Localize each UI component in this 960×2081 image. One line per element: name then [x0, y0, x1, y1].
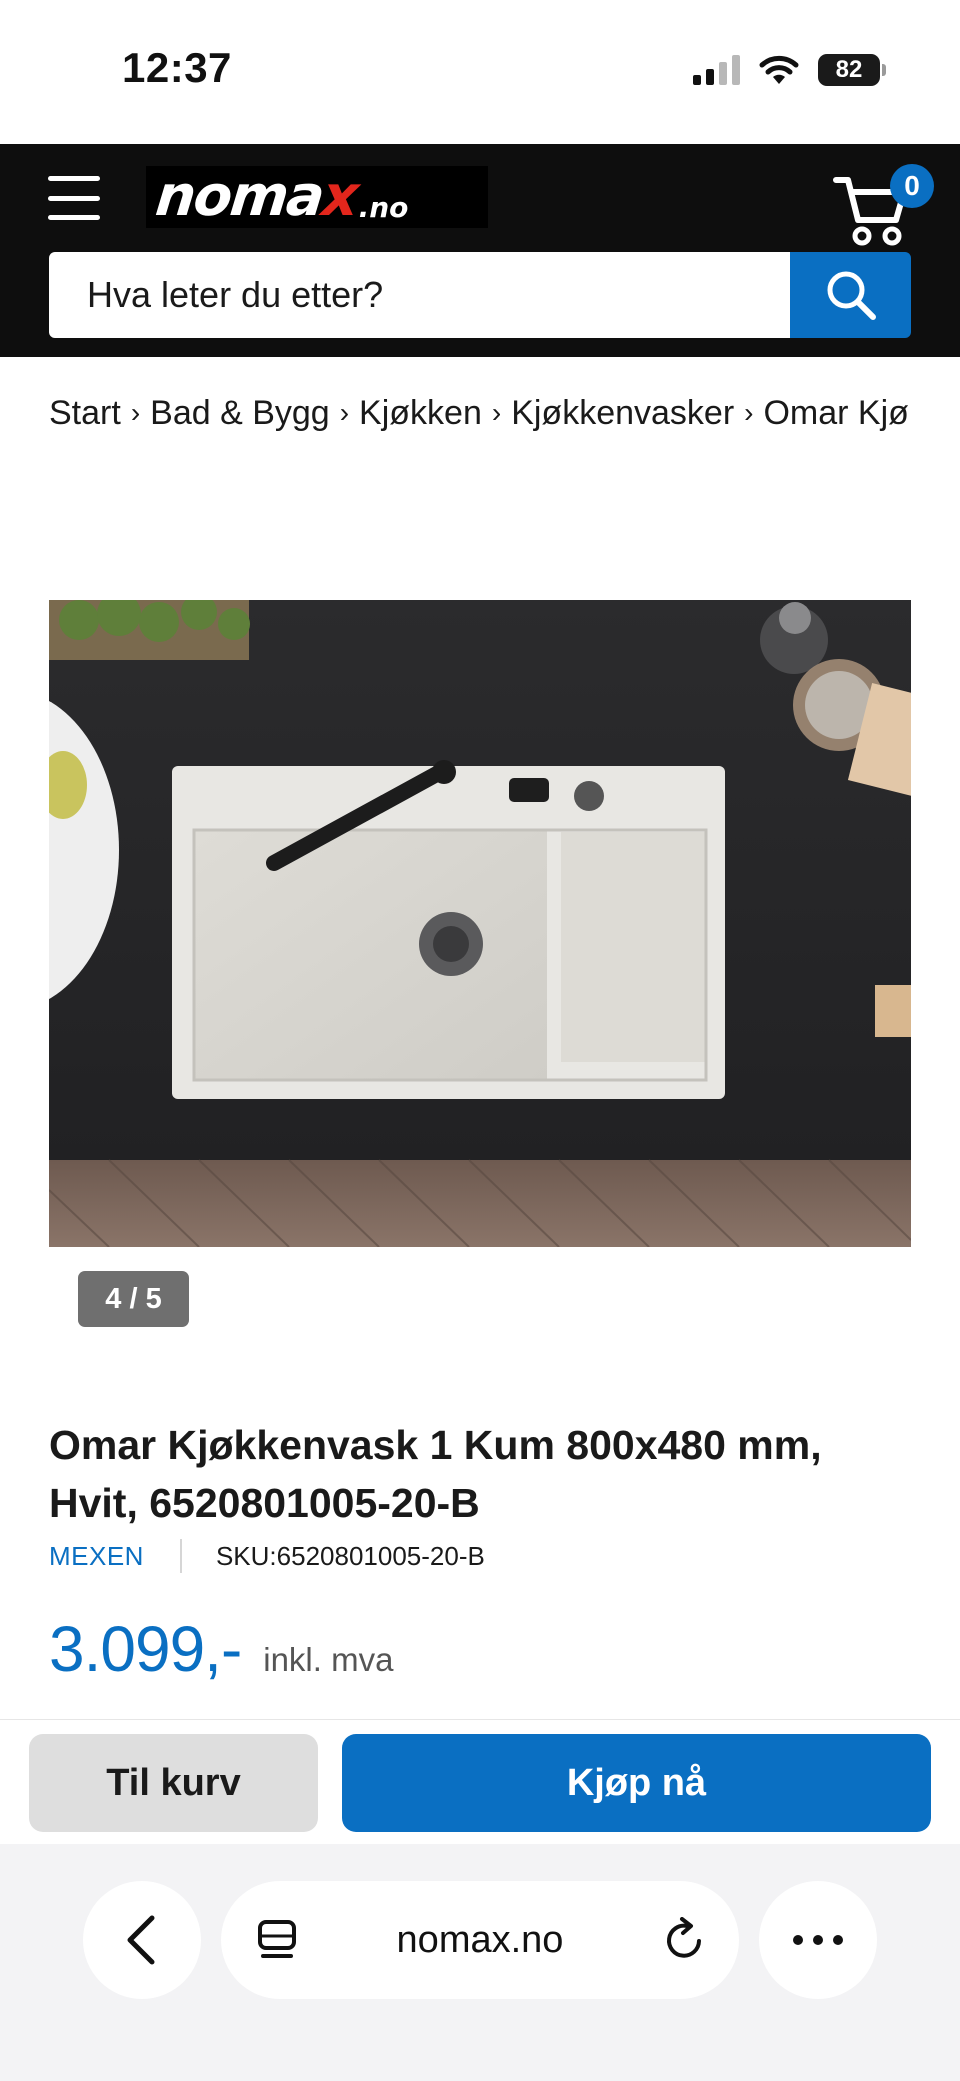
- breadcrumb-kjokkenvasker[interactable]: Kjøkkenvasker: [511, 394, 734, 433]
- reload-icon[interactable]: [663, 1917, 707, 1963]
- breadcrumb-separator: ›: [130, 397, 141, 428]
- nomax-logo[interactable]: nomax .no: [146, 166, 488, 228]
- back-button[interactable]: [83, 1881, 201, 1999]
- breadcrumb-bad-bygg[interactable]: Bad & Bygg: [150, 394, 330, 433]
- product-price: 3.099,-: [49, 1613, 242, 1685]
- image-counter-badge: 4 / 5: [78, 1271, 189, 1327]
- wifi-icon: [759, 55, 799, 84]
- more-button[interactable]: [759, 1881, 877, 1999]
- price-row: 3.099,- inkl. mva: [49, 1612, 393, 1692]
- tabs-icon[interactable]: [257, 1919, 297, 1963]
- brand-link[interactable]: MEXEN: [49, 1541, 144, 1572]
- add-to-cart-button[interactable]: Til kurv: [29, 1734, 318, 1832]
- signal-icon: [693, 55, 740, 85]
- buy-now-button[interactable]: Kjøp nå: [342, 1734, 931, 1832]
- status-bar: 12:37 82: [0, 0, 960, 144]
- status-time: 12:37: [122, 44, 232, 91]
- product-meta: MEXEN SKU:6520801005-20-B: [49, 1536, 485, 1576]
- logo-wordmark: nomax: [152, 166, 361, 228]
- product-image[interactable]: [49, 600, 911, 1247]
- cart-count-badge: 0: [890, 164, 934, 208]
- breadcrumb-kjokken[interactable]: Kjøkken: [359, 394, 482, 433]
- breadcrumb-current: Omar Kjøkkenvask 1 Kum 800x480 mm, Hvit: [763, 393, 911, 432]
- cart-button[interactable]: 0: [832, 164, 942, 246]
- battery-icon: 82: [818, 54, 886, 86]
- breadcrumb: Start › Bad & Bygg › Kjøkken › Kjøkkenva…: [49, 388, 911, 438]
- address-text: nomax.no: [396, 1918, 564, 1961]
- vat-note: inkl. mva: [263, 1641, 394, 1678]
- menu-icon[interactable]: [48, 176, 100, 220]
- browser-toolbar: nomax.no: [0, 1844, 960, 2081]
- site-header: nomax .no 0: [0, 144, 960, 357]
- buy-bar: Til kurv Kjøp nå: [0, 1719, 960, 1844]
- search-input[interactable]: [49, 252, 790, 338]
- back-icon: [127, 1915, 155, 1965]
- breadcrumb-start[interactable]: Start: [49, 394, 121, 433]
- more-icon: [793, 1935, 803, 1945]
- search-icon: [827, 271, 876, 320]
- address-bar[interactable]: nomax.no: [221, 1881, 739, 1999]
- sink-photo: [49, 600, 911, 1247]
- search-bar: [49, 252, 911, 338]
- breadcrumb-separator: ›: [491, 397, 502, 428]
- breadcrumb-separator: ›: [744, 397, 754, 428]
- product-title: Omar Kjøkkenvask 1 Kum 800x480 mm, Hvit,…: [49, 1422, 822, 1526]
- search-button[interactable]: [790, 252, 911, 338]
- meta-divider: [179, 1539, 182, 1573]
- product-sku: SKU:6520801005-20-B: [215, 1540, 485, 1571]
- logo-tld: .no: [358, 190, 409, 224]
- status-icons: 82: [693, 54, 886, 86]
- breadcrumb-separator: ›: [339, 397, 350, 428]
